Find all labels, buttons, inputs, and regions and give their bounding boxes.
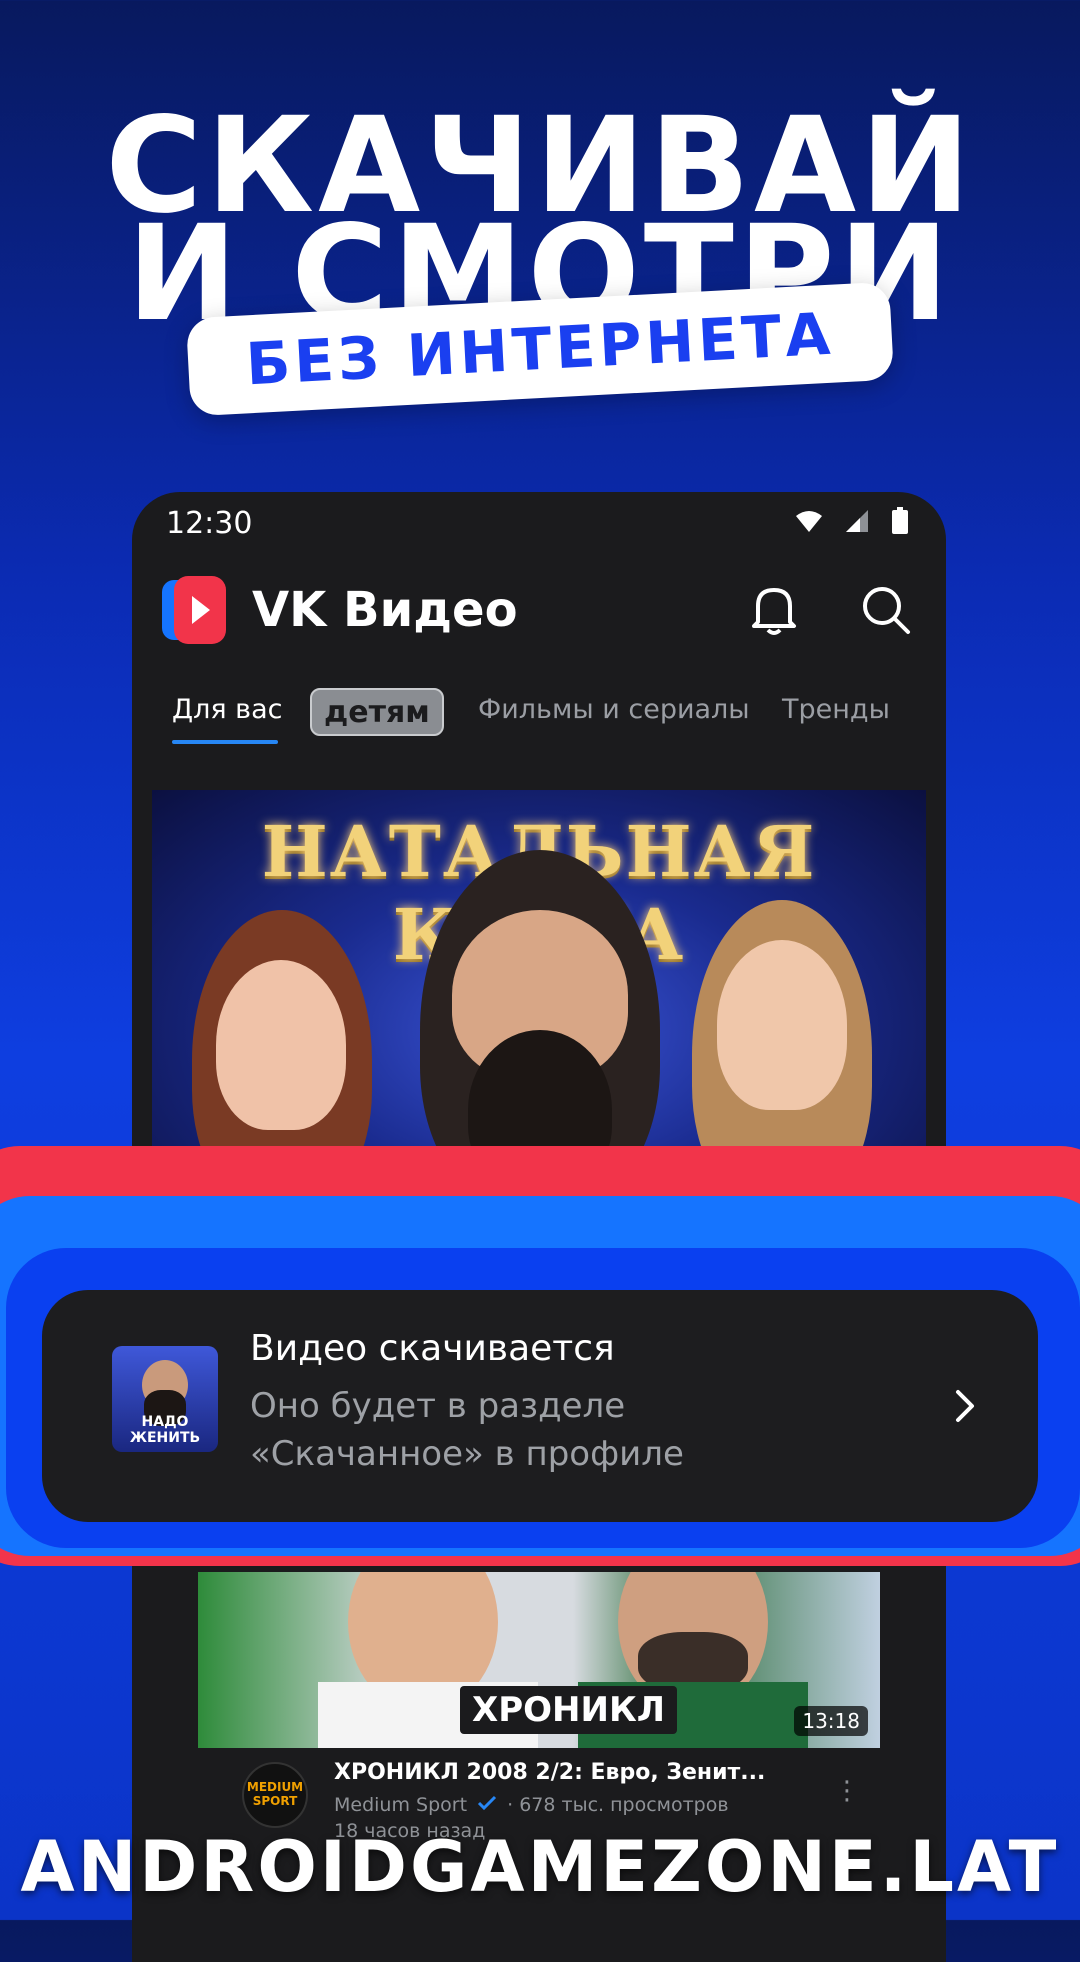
verified-icon [478, 1795, 497, 1811]
status-time: 12:30 [166, 506, 253, 541]
channel-avatar[interactable]: MEDIUM SPORT [242, 1762, 308, 1828]
video-thumbnail[interactable]: ХРОНИКЛ 13:18 [198, 1572, 880, 1748]
toast-subtitle-line-1: Оно будет в разделе [250, 1386, 626, 1426]
tab-kids[interactable]: детям [310, 688, 444, 736]
video-title[interactable]: ХРОНИКЛ 2008 2/2: Евро, Зенит... [334, 1760, 765, 1785]
tab-for-you[interactable]: Для вас [172, 694, 282, 725]
search-icon[interactable] [858, 582, 912, 638]
tab-active-indicator [172, 740, 278, 744]
signal-icon [846, 510, 868, 532]
banner-face-right [717, 940, 847, 1110]
channel-name[interactable]: Medium Sport [334, 1794, 467, 1816]
app-title: VK Видео [252, 582, 518, 638]
video-brand-label: ХРОНИКЛ [460, 1686, 677, 1734]
more-icon[interactable]: ⋮ [834, 1776, 860, 1806]
app-bar: VK Видео [132, 554, 946, 662]
chevron-right-icon[interactable] [952, 1386, 978, 1426]
wifi-icon [796, 511, 822, 532]
featured-banner[interactable]: НАТАЛЬНАЯ КАРТА [152, 790, 926, 1190]
tab-bar: Для вас детям Фильмы и сериалы Тренды [132, 682, 946, 744]
watermark: ANDROIDGAMEZONE.LAT [20, 1826, 1060, 1908]
tab-movies-series[interactable]: Фильмы и сериалы [478, 694, 750, 725]
download-toast[interactable]: НАДО ЖЕНИТЬ Видео скачивается Оно будет … [42, 1290, 1038, 1522]
toast-thumbnail-caption: НАДО ЖЕНИТЬ [129, 1414, 201, 1446]
channel-avatar-label: MEDIUM SPORT [246, 1780, 304, 1808]
status-bar: 12:30 [132, 492, 946, 554]
battery-icon [892, 507, 908, 534]
banner-face-left [216, 960, 346, 1130]
offline-pill-label: БЕЗ ИНТЕРНЕТА [244, 299, 836, 399]
toast-thumbnail: НАДО ЖЕНИТЬ [112, 1346, 218, 1452]
video-duration: 13:18 [794, 1706, 868, 1736]
view-count: · 678 тыс. просмотров [507, 1794, 729, 1816]
vk-video-logo [162, 576, 226, 644]
toast-subtitle: Оно будет в разделе «Скачанное» в профил… [250, 1382, 870, 1478]
toast-subtitle-line-2: «Скачанное» в профиле [250, 1434, 684, 1474]
tab-trends[interactable]: Тренды [782, 694, 890, 725]
video-meta: Medium Sport · 678 тыс. просмотров [334, 1794, 729, 1816]
toast-title: Видео скачивается [250, 1328, 615, 1369]
bell-icon[interactable] [748, 582, 800, 638]
